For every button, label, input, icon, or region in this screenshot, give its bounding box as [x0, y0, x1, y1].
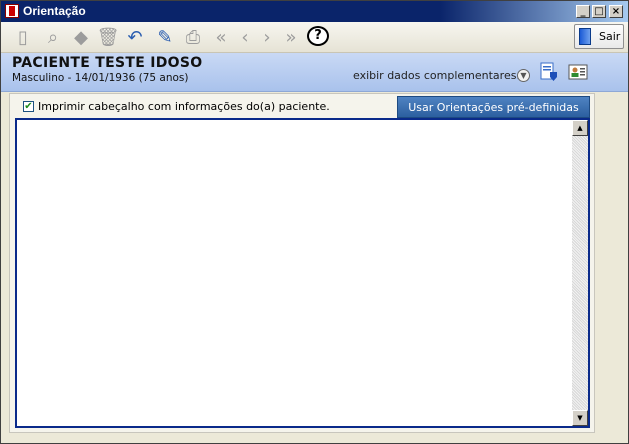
print-header-label: Imprimir cabeçalho com informações do(a)…	[38, 100, 330, 113]
door-icon	[579, 28, 591, 45]
patient-card-icon[interactable]	[568, 62, 588, 82]
patient-info: Masculino - 14/01/1936 (75 anos)	[12, 72, 189, 84]
document-shield-icon[interactable]	[539, 62, 559, 82]
next-icon[interactable]: ›	[255, 25, 279, 49]
undo-icon[interactable]: ↶	[123, 25, 147, 49]
trash-icon[interactable]: 🗑	[96, 25, 120, 49]
minimize-button[interactable]: _	[576, 5, 590, 18]
orientation-panel: ✔ Imprimir cabeçalho com informações do(…	[9, 93, 595, 433]
print-header-checkbox[interactable]: ✔	[23, 101, 34, 112]
close-button[interactable]: ×	[609, 5, 623, 18]
orientation-text-area[interactable]: ▲ ▼	[15, 118, 590, 428]
scroll-up-icon[interactable]: ▲	[572, 120, 588, 136]
orientacao-window: Orientação _ □ × ▯ ⌕ ◆ 🗑 ↶ ✎ ⎙ « ‹ › » ?…	[0, 0, 629, 444]
scroll-down-icon[interactable]: ▼	[572, 410, 588, 426]
print-icon[interactable]: ⎙	[181, 25, 205, 49]
patient-header: PACIENTE TESTE IDOSO Masculino - 14/01/1…	[1, 53, 628, 92]
last-icon[interactable]: »	[279, 25, 303, 49]
predefined-orientations-button[interactable]: Usar Orientações pré-definidas	[397, 96, 590, 118]
exit-button[interactable]: Sair	[574, 24, 624, 49]
window-title: Orientação	[23, 4, 86, 18]
first-icon[interactable]: «	[209, 25, 233, 49]
toolbar: ▯ ⌕ ◆ 🗑 ↶ ✎ ⎙ « ‹ › » ? Sair	[1, 22, 628, 53]
new-icon[interactable]: ▯	[11, 25, 35, 49]
binoculars-icon[interactable]: ⌕	[41, 25, 65, 49]
patient-name: PACIENTE TESTE IDOSO	[12, 55, 203, 71]
help-icon[interactable]: ?	[307, 26, 329, 46]
edit-icon[interactable]: ✎	[153, 25, 177, 49]
chevron-down-icon[interactable]: ▼	[517, 69, 530, 82]
complementary-data-link[interactable]: exibir dados complementares...	[353, 69, 527, 82]
title-bar[interactable]: Orientação _ □ ×	[1, 1, 628, 22]
exit-label: Sair	[599, 30, 621, 43]
app-icon	[5, 4, 19, 18]
prev-icon[interactable]: ‹	[233, 25, 257, 49]
vertical-scrollbar[interactable]: ▲ ▼	[572, 120, 588, 426]
orientation-text	[17, 120, 588, 124]
eraser-icon[interactable]: ◆	[69, 25, 93, 49]
maximize-button[interactable]: □	[592, 5, 606, 18]
